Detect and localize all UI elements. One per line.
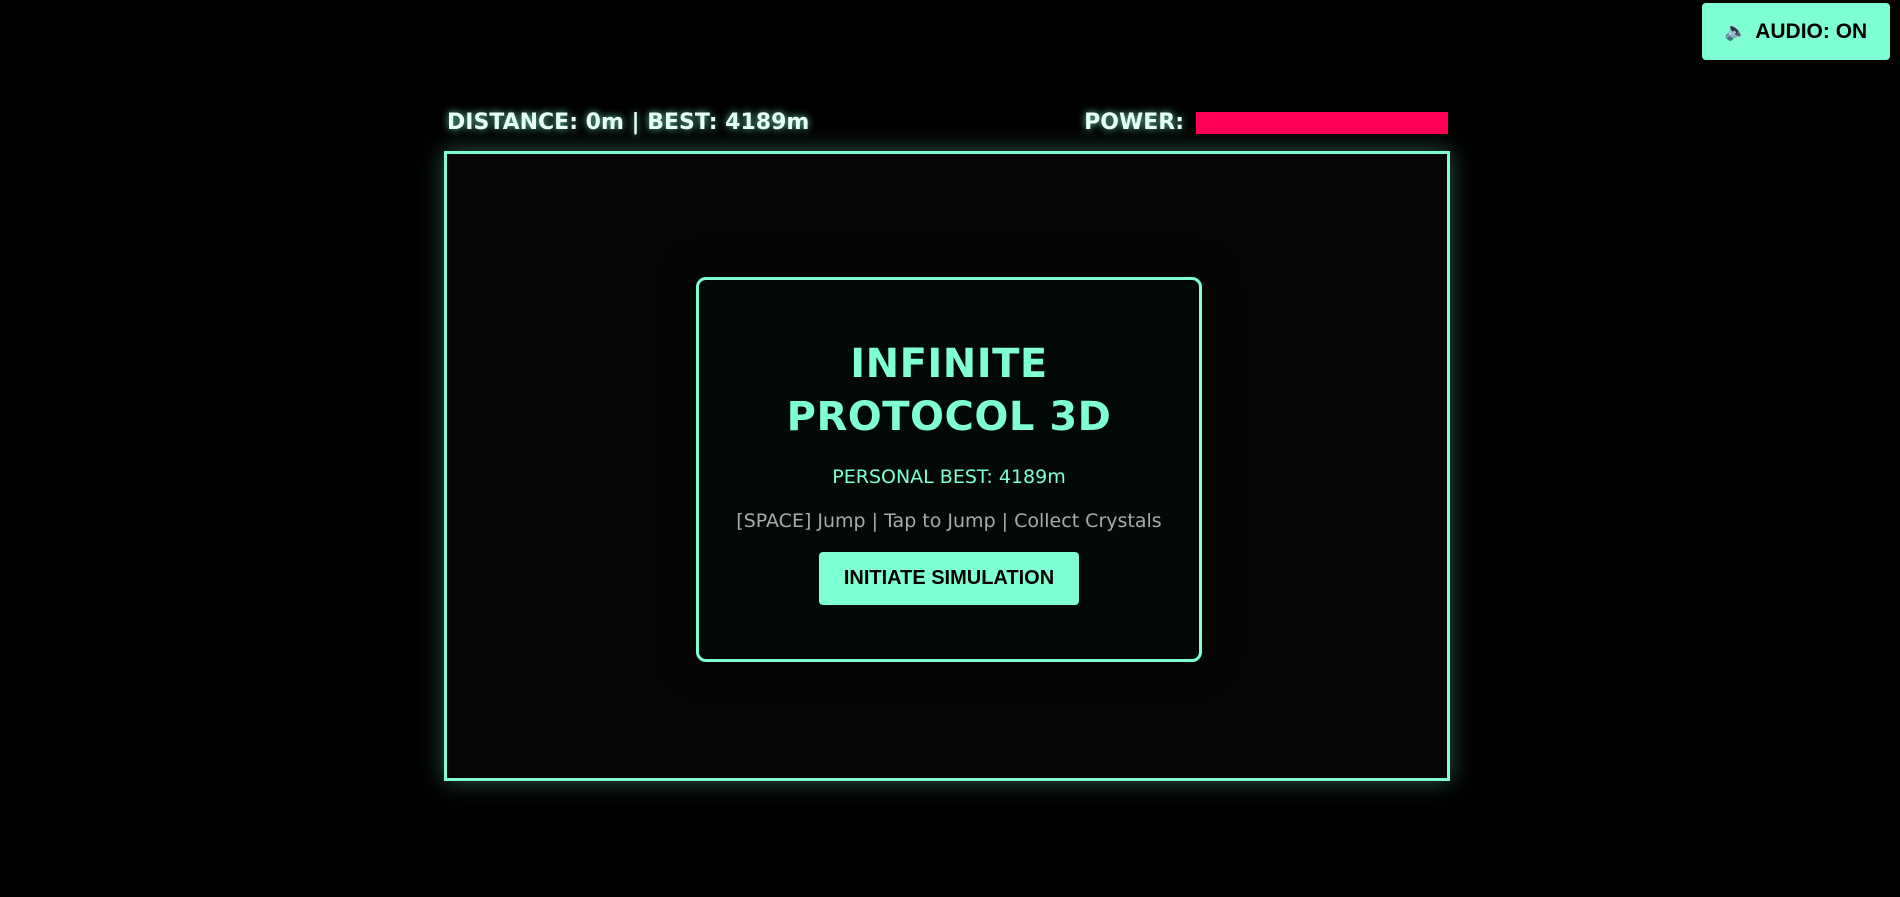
game-canvas[interactable]: INFINITE PROTOCOL 3D PERSONAL BEST: 4189… xyxy=(444,151,1450,781)
initiate-simulation-button[interactable]: INITIATE SIMULATION xyxy=(819,552,1079,605)
audio-toggle-label: AUDIO: ON xyxy=(1755,19,1868,43)
power-bar-fill xyxy=(1196,111,1448,134)
distance-readout: DISTANCE: 0m | BEST: 4189m xyxy=(447,110,810,135)
start-menu: INFINITE PROTOCOL 3D PERSONAL BEST: 4189… xyxy=(696,277,1202,662)
hud-bar: DISTANCE: 0m | BEST: 4189m POWER: xyxy=(445,108,1448,140)
speaker-icon: 🔈 xyxy=(1724,21,1748,41)
personal-best: PERSONAL BEST: 4189m xyxy=(832,466,1066,488)
audio-toggle-button[interactable]: 🔈 AUDIO: ON xyxy=(1702,3,1890,60)
controls-hint: [SPACE] Jump | Tap to Jump | Collect Cry… xyxy=(736,510,1162,532)
power-meter: POWER: xyxy=(1084,110,1448,135)
game-title: INFINITE PROTOCOL 3D xyxy=(786,341,1112,440)
power-label: POWER: xyxy=(1084,110,1184,135)
power-bar-track xyxy=(1196,111,1448,134)
